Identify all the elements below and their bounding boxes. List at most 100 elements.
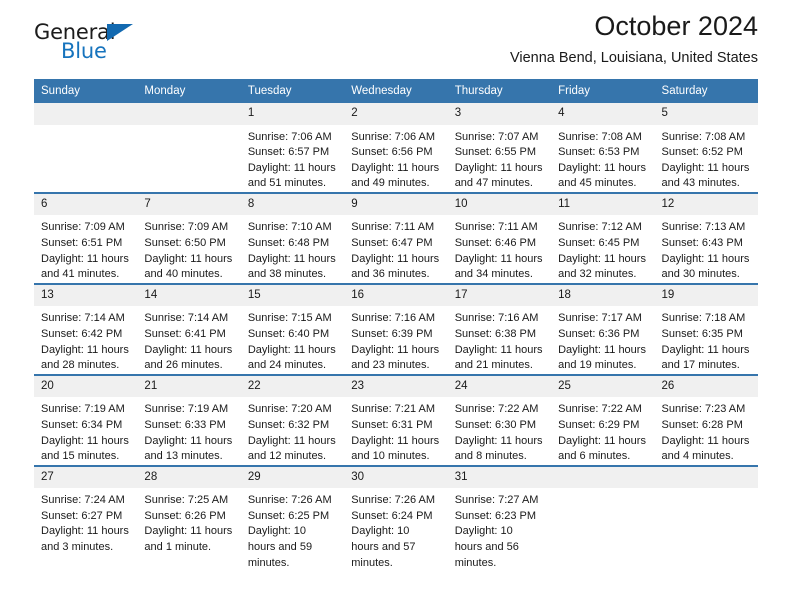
- sunrise-text: Sunrise: 7:18 AM: [661, 312, 746, 325]
- day-details: Sunrise: 7:23 AM Sunset: 6:28 PM Daylight:…: [655, 397, 758, 464]
- day-details: Sunrise: 7:06 AM Sunset: 6:56 PM Daylight:…: [344, 125, 447, 192]
- calendar-day-cell[interactable]: 8 Sunrise: 7:10 AM Sunset: 6:48 PM Daylight…: [240, 191, 345, 284]
- day-details: Sunrise: 7:26 AM Sunset: 6:24 PM Daylight:…: [344, 488, 447, 571]
- daylight-text: Daylight: 11 hours and 47 minutes.: [454, 161, 543, 190]
- daylight-text: Daylight: 10 hours and 56 minutes.: [454, 525, 519, 569]
- sunset-text: Sunset: 6:56 PM: [351, 146, 433, 159]
- calendar-week-row: 20 Sunrise: 7:19 AM Sunset: 6:34 PM Dayligh…: [34, 373, 758, 466]
- calendar-day-cell[interactable]: 24 Sunrise: 7:22 AM Sunset: 6:30 PM Dayligh…: [447, 373, 552, 466]
- calendar-day-cell[interactable]: 25 Sunrise: 7:22 AM Sunset: 6:29 PM Dayligh…: [551, 373, 655, 466]
- daylight-text: Daylight: 11 hours and 45 minutes.: [558, 161, 646, 190]
- calendar-day-cell[interactable]: 6 Sunrise: 7:09 AM Sunset: 6:51 PM Daylight…: [34, 191, 138, 284]
- daylight-text: Daylight: 11 hours and 38 minutes.: [247, 252, 336, 281]
- page-subtitle: Vienna Bend, Louisiana, United States: [509, 50, 758, 67]
- sunrise-text: Sunrise: 7:11 AM: [454, 221, 538, 234]
- calendar-day-cell[interactable]: 1 Sunrise: 7:06 AM Sunset: 6:57 PM Daylight…: [240, 103, 345, 193]
- general-blue-logo[interactable]: General Blue: [34, 20, 154, 64]
- sunset-text: Sunset: 6:23 PM: [454, 509, 537, 522]
- day-details: Sunrise: 7:16 AM Sunset: 6:39 PM Daylight:…: [344, 306, 447, 373]
- day-details: Sunrise: 7:09 AM Sunset: 6:50 PM Daylight:…: [137, 215, 240, 282]
- day-details: Sunrise: 7:09 AM Sunset: 6:51 PM Daylight:…: [34, 215, 137, 282]
- daylight-text: Daylight: 11 hours and 3 minutes.: [41, 525, 129, 554]
- calendar-day-cell[interactable]: 13 Sunrise: 7:14 AM Sunset: 6:42 PM Dayligh…: [34, 282, 138, 375]
- calendar-page: General Blue October 2024 Vienna Bend, L…: [0, 0, 792, 612]
- calendar-day-cell[interactable]: 11 Sunrise: 7:12 AM Sunset: 6:45 PM Dayligh…: [551, 191, 655, 284]
- calendar-day-cell[interactable]: 27 Sunrise: 7:24 AM Sunset: 6:27 PM Dayligh…: [34, 464, 138, 572]
- sunrise-text: Sunrise: 7:21 AM: [351, 403, 436, 416]
- calendar-day-cell[interactable]: 15 Sunrise: 7:15 AM Sunset: 6:40 PM Dayligh…: [240, 282, 345, 375]
- daylight-text: Daylight: 11 hours and 34 minutes.: [454, 252, 543, 281]
- calendar-day-cell[interactable]: 7 Sunrise: 7:09 AM Sunset: 6:50 PM Daylight…: [137, 191, 241, 284]
- sunset-text: Sunset: 6:42 PM: [41, 327, 123, 340]
- calendar-empty-cell: [551, 464, 655, 572]
- day-details: Sunrise: 7:21 AM Sunset: 6:31 PM Daylight:…: [344, 397, 447, 464]
- calendar-day-cell[interactable]: 14 Sunrise: 7:14 AM Sunset: 6:41 PM Dayligh…: [137, 282, 241, 375]
- calendar-day-cell[interactable]: 5 Sunrise: 7:08 AM Sunset: 6:52 PM Daylight…: [654, 103, 758, 193]
- day-details: Sunrise: 7:19 AM Sunset: 6:33 PM Daylight:…: [137, 397, 240, 464]
- calendar-day-cell[interactable]: 16 Sunrise: 7:16 AM Sunset: 6:39 PM Dayligh…: [344, 282, 448, 375]
- calendar-day-cell[interactable]: 31 Sunrise: 7:27 AM Sunset: 6:23 PM Dayligh…: [447, 464, 552, 572]
- sunrise-text: Sunrise: 7:09 AM: [144, 221, 229, 234]
- day-number: 14: [137, 284, 241, 307]
- sunrise-text: Sunrise: 7:14 AM: [144, 312, 229, 325]
- day-number: 6: [34, 193, 138, 216]
- daylight-text: Daylight: 11 hours and 30 minutes.: [661, 252, 750, 281]
- calendar-day-cell[interactable]: 30 Sunrise: 7:26 AM Sunset: 6:24 PM Dayligh…: [344, 464, 448, 572]
- sunrise-text: Sunrise: 7:19 AM: [41, 403, 125, 416]
- sunset-text: Sunset: 6:50 PM: [144, 237, 226, 250]
- calendar-day-cell[interactable]: 12 Sunrise: 7:13 AM Sunset: 6:43 PM Dayligh…: [654, 191, 758, 284]
- sunrise-text: Sunrise: 7:11 AM: [351, 221, 435, 234]
- day-details: Sunrise: 7:13 AM Sunset: 6:43 PM Daylight:…: [655, 215, 758, 282]
- sunrise-sunset-calendar: Sunday Monday Tuesday Wednesday Thursday…: [34, 79, 758, 572]
- day-number: 28: [137, 466, 241, 489]
- sunrise-text: Sunrise: 7:26 AM: [247, 494, 332, 507]
- sunrise-text: Sunrise: 7:08 AM: [661, 130, 746, 143]
- sunset-text: Sunset: 6:39 PM: [351, 327, 433, 340]
- day-details: Sunrise: 7:22 AM Sunset: 6:29 PM Daylight:…: [551, 397, 654, 464]
- daylight-text: Daylight: 11 hours and 1 minute.: [144, 525, 233, 554]
- calendar-day-cell[interactable]: 19 Sunrise: 7:18 AM Sunset: 6:35 PM Dayligh…: [654, 282, 758, 375]
- calendar-day-cell[interactable]: 20 Sunrise: 7:19 AM Sunset: 6:34 PM Dayligh…: [34, 373, 138, 466]
- calendar-day-cell[interactable]: 4 Sunrise: 7:08 AM Sunset: 6:53 PM Daylight…: [551, 103, 655, 193]
- calendar-day-cell[interactable]: 26 Sunrise: 7:23 AM Sunset: 6:28 PM Dayligh…: [654, 373, 758, 466]
- calendar-week-row: 13 Sunrise: 7:14 AM Sunset: 6:42 PM Dayligh…: [34, 282, 758, 375]
- calendar-day-cell[interactable]: 23 Sunrise: 7:21 AM Sunset: 6:31 PM Dayligh…: [344, 373, 448, 466]
- daylight-text: Daylight: 11 hours and 6 minutes.: [558, 434, 646, 463]
- calendar-day-cell[interactable]: 9 Sunrise: 7:11 AM Sunset: 6:47 PM Daylight…: [344, 191, 448, 284]
- day-details: Sunrise: 7:19 AM Sunset: 6:34 PM Daylight:…: [34, 397, 137, 464]
- sunset-text: Sunset: 6:24 PM: [351, 509, 433, 522]
- calendar-day-cell[interactable]: 28 Sunrise: 7:25 AM Sunset: 6:26 PM Dayligh…: [137, 464, 241, 572]
- day-number: 18: [551, 284, 655, 307]
- day-details: Sunrise: 7:27 AM Sunset: 6:23 PM Daylight:…: [448, 488, 551, 571]
- weekday-header-tuesday: Tuesday: [240, 79, 345, 103]
- daylight-text: Daylight: 11 hours and 17 minutes.: [661, 343, 750, 372]
- sunset-text: Sunset: 6:55 PM: [454, 146, 537, 159]
- calendar-day-cell[interactable]: 29 Sunrise: 7:26 AM Sunset: 6:25 PM Dayligh…: [240, 464, 345, 572]
- day-number: 1: [240, 103, 345, 125]
- calendar-day-cell[interactable]: 21 Sunrise: 7:19 AM Sunset: 6:33 PM Dayligh…: [137, 373, 241, 466]
- calendar-day-cell[interactable]: 18 Sunrise: 7:17 AM Sunset: 6:36 PM Dayligh…: [551, 282, 655, 375]
- sunrise-text: Sunrise: 7:15 AM: [247, 312, 332, 325]
- day-number: 31: [447, 466, 552, 489]
- day-details: Sunrise: 7:16 AM Sunset: 6:38 PM Daylight:…: [448, 306, 551, 373]
- day-details: Sunrise: 7:14 AM Sunset: 6:41 PM Daylight:…: [137, 306, 240, 373]
- daylight-text: Daylight: 11 hours and 41 minutes.: [41, 252, 129, 281]
- sunset-text: Sunset: 6:35 PM: [661, 327, 743, 340]
- calendar-day-cell[interactable]: 3 Sunrise: 7:07 AM Sunset: 6:55 PM Daylight…: [447, 103, 552, 193]
- weekday-header-wednesday: Wednesday: [344, 79, 448, 103]
- sunset-text: Sunset: 6:28 PM: [661, 418, 743, 431]
- day-number: 17: [447, 284, 552, 307]
- sunrise-text: Sunrise: 7:26 AM: [351, 494, 436, 507]
- calendar-day-cell[interactable]: 10 Sunrise: 7:11 AM Sunset: 6:46 PM Dayligh…: [447, 191, 552, 284]
- calendar-day-cell[interactable]: 2 Sunrise: 7:06 AM Sunset: 6:56 PM Daylight…: [344, 103, 448, 193]
- day-number: 20: [34, 375, 138, 398]
- calendar-day-cell[interactable]: 22 Sunrise: 7:20 AM Sunset: 6:32 PM Dayligh…: [240, 373, 345, 466]
- day-number: 13: [34, 284, 138, 307]
- sunrise-text: Sunrise: 7:13 AM: [661, 221, 746, 234]
- day-number: 11: [551, 193, 655, 216]
- day-details: Sunrise: 7:07 AM Sunset: 6:55 PM Daylight:…: [448, 125, 551, 192]
- calendar-day-cell[interactable]: 17 Sunrise: 7:16 AM Sunset: 6:38 PM Dayligh…: [447, 282, 552, 375]
- sunset-text: Sunset: 6:26 PM: [144, 509, 226, 522]
- daylight-text: Daylight: 11 hours and 8 minutes.: [454, 434, 543, 463]
- weekday-header-sunday: Sunday: [34, 79, 138, 103]
